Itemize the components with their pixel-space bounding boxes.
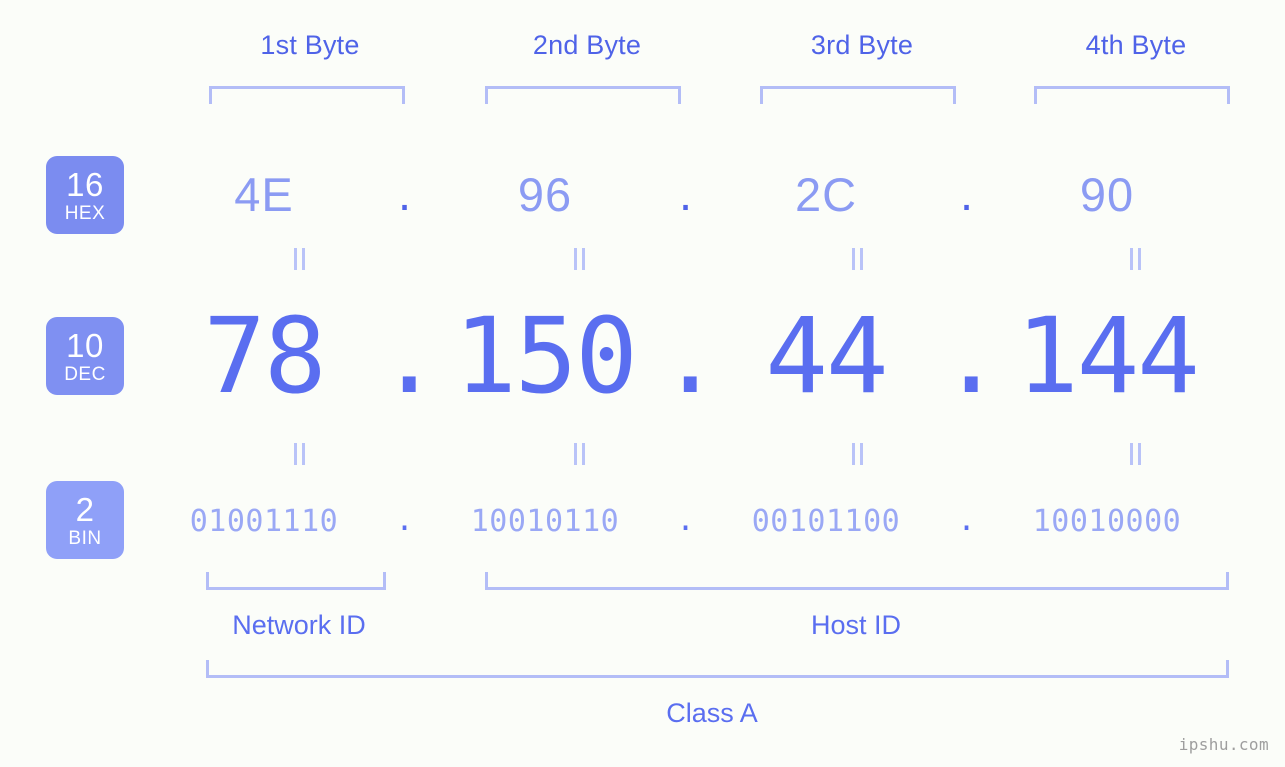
hex-octet-2: 96 xyxy=(517,167,573,221)
hex-separator-3: . xyxy=(959,167,974,221)
base-badge-bin: 2 BIN xyxy=(46,481,124,559)
byte-bracket-3 xyxy=(760,86,956,104)
dec-octet-3: 44 xyxy=(765,294,888,417)
dec-octet-1: 78 xyxy=(203,294,326,417)
bin-separator-3: . xyxy=(957,503,976,539)
bin-octet-4: 10010000 xyxy=(1032,503,1182,539)
base-badge-dec: 10 DEC xyxy=(46,317,124,395)
byte-header-3: 3rd Byte xyxy=(810,30,914,60)
byte-bracket-2 xyxy=(485,86,681,104)
byte-header-4: 4th Byte xyxy=(1085,30,1187,60)
ip-breakdown-diagram: 1st Byte 2nd Byte 3rd Byte 4th Byte 16 H… xyxy=(0,0,1285,767)
hex-separator-1: . xyxy=(397,167,412,221)
bin-octet-2: 10010110 xyxy=(470,503,620,539)
byte-bracket-1 xyxy=(209,86,405,104)
watermark: ipshu.com xyxy=(1178,735,1269,754)
class-label: Class A xyxy=(666,698,758,728)
base-badge-dec-name: DEC xyxy=(64,363,106,385)
bin-octet-3: 00101100 xyxy=(751,503,901,539)
byte-bracket-4 xyxy=(1034,86,1230,104)
bin-value-row: 01001110 . 10010110 . 00101100 . 1001000… xyxy=(150,498,1275,544)
bin-separator-2: . xyxy=(676,503,695,539)
hex-octet-1: 4E xyxy=(234,167,294,221)
class-bracket xyxy=(206,660,1229,678)
base-badge-hex: 16 HEX xyxy=(46,156,124,234)
base-badge-bin-number: 2 xyxy=(75,490,95,528)
network-id-bracket xyxy=(206,572,386,590)
equals-mark-dec-bin-2 xyxy=(571,443,589,465)
host-id-bracket xyxy=(485,572,1229,590)
equals-mark-dec-bin-3 xyxy=(849,443,867,465)
equals-mark-hex-dec-1 xyxy=(291,248,309,270)
byte-header-1: 1st Byte xyxy=(260,30,360,60)
base-badge-dec-number: 10 xyxy=(66,326,104,364)
bin-separator-1: . xyxy=(395,503,414,539)
hex-value-row: 4E . 96 . 2C . 90 xyxy=(150,153,1275,235)
host-id-label: Host ID xyxy=(810,610,902,640)
dec-octet-4: 144 xyxy=(1016,294,1200,417)
dec-separator-3: . xyxy=(940,294,1003,417)
dec-value-row: 78 . 150 . 44 . 144 xyxy=(150,296,1275,416)
dec-separator-1: . xyxy=(378,294,441,417)
hex-octet-3: 2C xyxy=(794,167,858,221)
bin-octet-1: 01001110 xyxy=(189,503,339,539)
dec-separator-2: . xyxy=(659,294,722,417)
network-id-label: Network ID xyxy=(232,610,366,640)
base-badge-hex-name: HEX xyxy=(64,202,106,224)
byte-header-2: 2nd Byte xyxy=(532,30,642,60)
equals-mark-dec-bin-1 xyxy=(291,443,309,465)
equals-mark-hex-dec-3 xyxy=(849,248,867,270)
equals-mark-hex-dec-4 xyxy=(1127,248,1145,270)
base-badge-bin-name: BIN xyxy=(68,527,102,549)
hex-octet-4: 90 xyxy=(1079,167,1135,221)
equals-mark-hex-dec-2 xyxy=(571,248,589,270)
dec-octet-2: 150 xyxy=(454,294,638,417)
hex-separator-2: . xyxy=(678,167,693,221)
equals-mark-dec-bin-4 xyxy=(1127,443,1145,465)
base-badge-hex-number: 16 xyxy=(66,165,104,203)
